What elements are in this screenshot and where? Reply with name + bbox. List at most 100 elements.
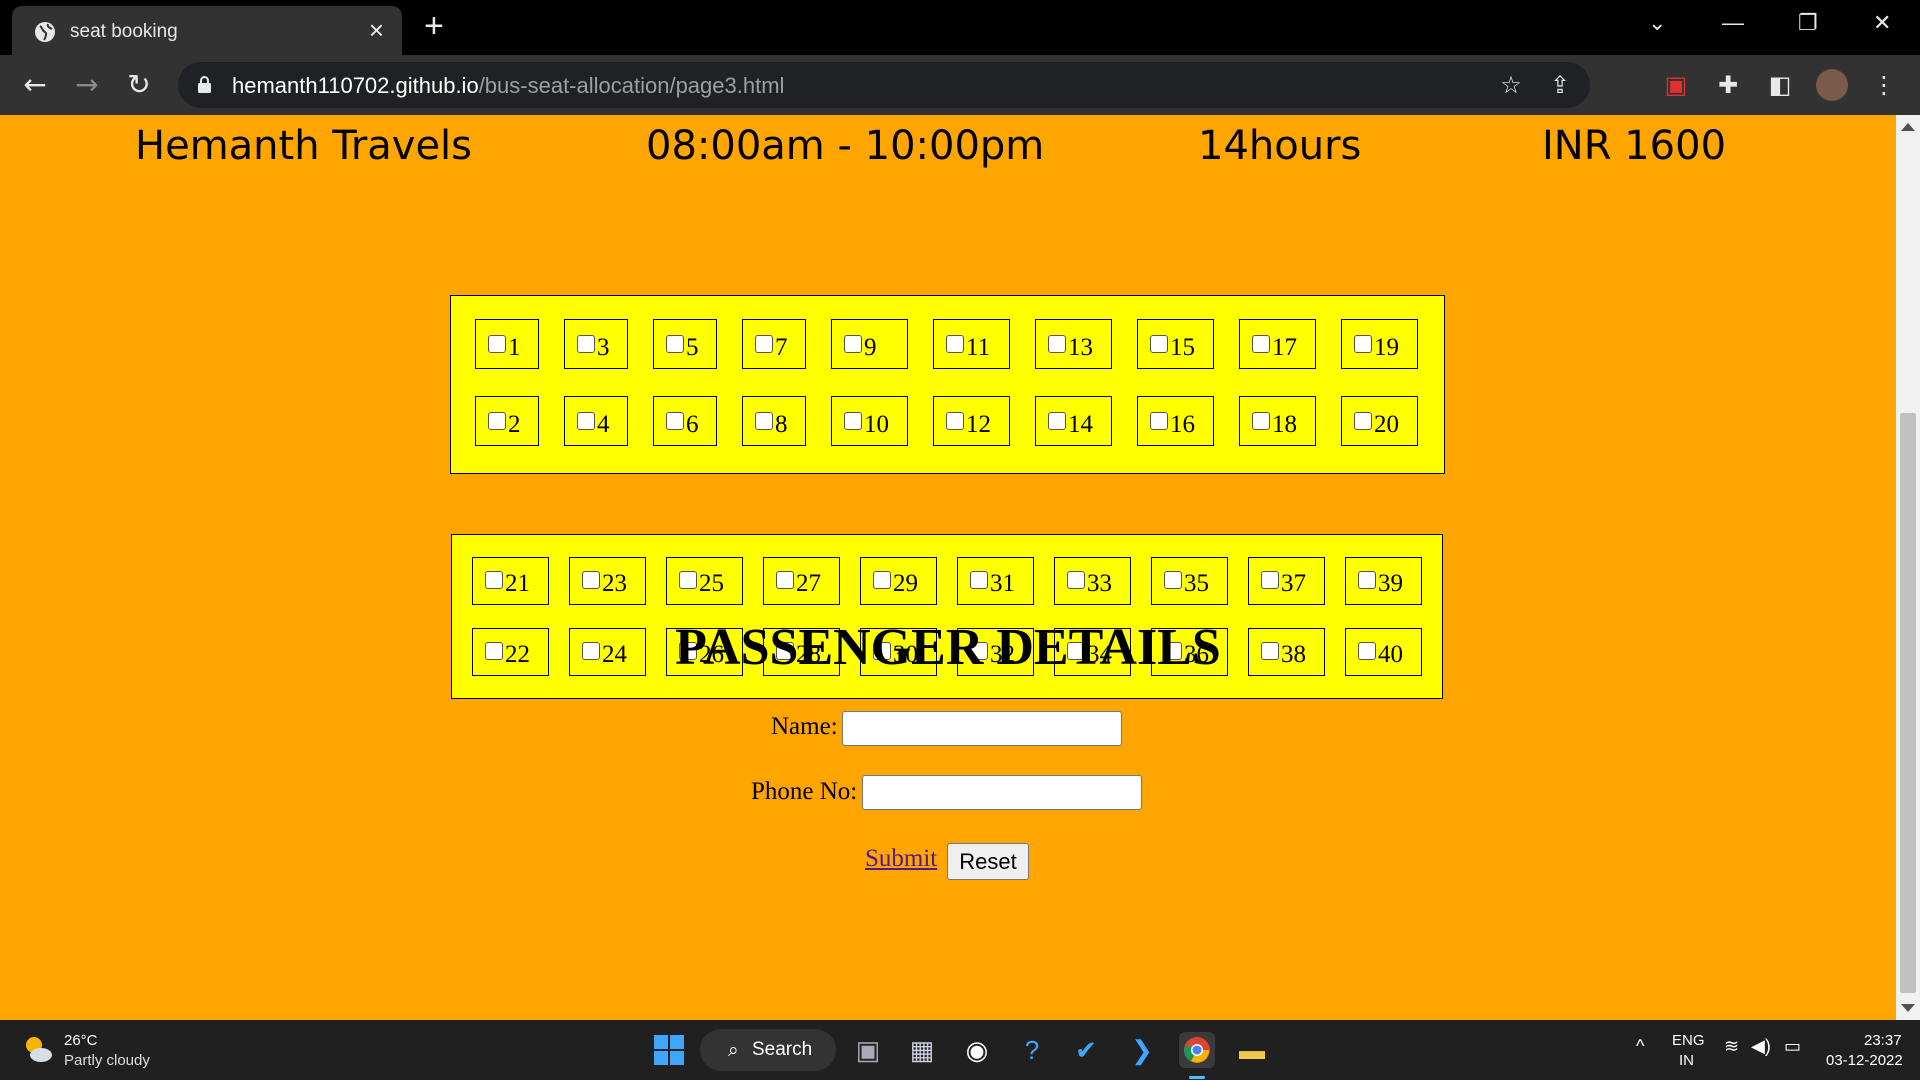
seat-checkbox[interactable] [1358, 571, 1376, 589]
close-tab-icon[interactable]: × [369, 17, 384, 43]
github-icon[interactable]: ◉ [959, 1032, 995, 1068]
name-input[interactable] [842, 711, 1122, 746]
seat-checkbox[interactable] [577, 412, 595, 430]
vertical-scrollbar[interactable] [1896, 115, 1920, 1020]
file-explorer-icon[interactable]: ▬ [1234, 1032, 1270, 1068]
taskbar-search[interactable]: ⌕ Search [700, 1029, 836, 1071]
seat-1[interactable]: 1 [475, 319, 539, 369]
close-window-icon[interactable]: ✕ [1873, 10, 1891, 36]
partly-cloudy-icon[interactable] [22, 1034, 54, 1064]
tab-search-chevron-icon[interactable]: ⌄ [1648, 10, 1666, 36]
seat-8[interactable]: 8 [742, 396, 806, 446]
seat-18[interactable]: 18 [1239, 396, 1316, 446]
seat-17[interactable]: 17 [1239, 319, 1316, 369]
seat-checkbox[interactable] [485, 571, 503, 589]
seat-20[interactable]: 20 [1341, 396, 1418, 446]
seat-25[interactable]: 25 [666, 557, 743, 605]
seat-checkbox[interactable] [776, 571, 794, 589]
browser-tab[interactable]: seat booking × [12, 6, 402, 55]
seat-checkbox[interactable] [873, 571, 891, 589]
side-panel-icon[interactable]: ◧ [1764, 69, 1796, 101]
battery-icon[interactable]: ▭ [1784, 1036, 1801, 1057]
back-arrow-icon[interactable]: ← [17, 67, 53, 103]
seat-checkbox[interactable] [755, 335, 773, 353]
phone-input[interactable] [862, 775, 1142, 810]
seat-checkbox[interactable] [582, 571, 600, 589]
seat-checkbox[interactable] [946, 335, 964, 353]
address-bar[interactable]: hemanth110702.github.io/bus-seat-allocat… [178, 62, 1590, 108]
submit-link[interactable]: Submit [865, 845, 937, 873]
seat-19[interactable]: 19 [1341, 319, 1418, 369]
weather-temperature[interactable]: 26°C [64, 1032, 98, 1049]
seat-23[interactable]: 23 [569, 557, 646, 605]
seat-checkbox[interactable] [488, 335, 506, 353]
reload-icon[interactable]: ↻ [121, 67, 157, 103]
weather-description[interactable]: Partly cloudy [64, 1052, 150, 1069]
restore-icon[interactable]: ❐ [1798, 10, 1818, 36]
seat-checkbox[interactable] [1150, 412, 1168, 430]
task-view-icon[interactable]: ▣ [850, 1032, 886, 1068]
todo-check-icon[interactable]: ✔ [1068, 1032, 1104, 1068]
seat-14[interactable]: 14 [1035, 396, 1112, 446]
seat-checkbox[interactable] [577, 335, 595, 353]
chrome-icon[interactable] [1179, 1032, 1215, 1068]
seat-39[interactable]: 39 [1345, 557, 1422, 605]
new-tab-icon[interactable]: + [424, 9, 444, 43]
forward-arrow-icon[interactable]: → [69, 67, 105, 103]
seat-checkbox[interactable] [666, 412, 684, 430]
seat-4[interactable]: 4 [564, 396, 628, 446]
microsoft-store-icon[interactable]: ▦ [904, 1032, 940, 1068]
seat-checkbox[interactable] [1048, 412, 1066, 430]
seat-checkbox[interactable] [1252, 412, 1270, 430]
clock-time[interactable]: 23:37 [1864, 1032, 1902, 1049]
seat-checkbox[interactable] [946, 412, 964, 430]
scroll-thumb[interactable] [1900, 413, 1916, 993]
seat-checkbox[interactable] [1261, 571, 1279, 589]
seat-33[interactable]: 33 [1054, 557, 1131, 605]
seat-checkbox[interactable] [679, 571, 697, 589]
vscode-icon[interactable]: ❯ [1124, 1032, 1160, 1068]
seat-checkbox[interactable] [666, 335, 684, 353]
windows-start-icon[interactable] [651, 1032, 687, 1068]
wifi-icon[interactable]: ≋ [1724, 1036, 1739, 1057]
reset-button[interactable]: Reset [947, 843, 1029, 880]
seat-2[interactable]: 2 [475, 396, 539, 446]
language-bottom[interactable]: IN [1679, 1052, 1694, 1069]
profile-avatar[interactable] [1816, 69, 1848, 101]
seat-checkbox[interactable] [1252, 335, 1270, 353]
seat-checkbox[interactable] [1354, 412, 1372, 430]
seat-checkbox[interactable] [1048, 335, 1066, 353]
seat-checkbox[interactable] [755, 412, 773, 430]
seat-checkbox[interactable] [844, 412, 862, 430]
clock-date[interactable]: 03-12-2022 [1826, 1052, 1903, 1069]
scroll-up-arrow-icon[interactable] [1901, 123, 1915, 131]
seat-7[interactable]: 7 [742, 319, 806, 369]
minimize-icon[interactable]: — [1722, 10, 1744, 36]
seat-35[interactable]: 35 [1151, 557, 1228, 605]
seat-10[interactable]: 10 [831, 396, 908, 446]
bookmark-star-icon[interactable]: ☆ [1498, 72, 1524, 98]
seat-21[interactable]: 21 [472, 557, 549, 605]
seat-11[interactable]: 11 [933, 319, 1010, 369]
extensions-puzzle-icon[interactable]: ✚ [1712, 69, 1744, 101]
seat-9[interactable]: 9 [831, 319, 908, 369]
seat-27[interactable]: 27 [763, 557, 840, 605]
seat-checkbox[interactable] [1067, 571, 1085, 589]
seat-16[interactable]: 16 [1137, 396, 1214, 446]
seat-15[interactable]: 15 [1137, 319, 1214, 369]
seat-12[interactable]: 12 [933, 396, 1010, 446]
language-top[interactable]: ENG [1672, 1032, 1705, 1049]
seat-6[interactable]: 6 [653, 396, 717, 446]
pocket-extension-icon[interactable]: ▣ [1660, 69, 1692, 101]
seat-checkbox[interactable] [488, 412, 506, 430]
share-icon[interactable]: ⇪ [1547, 72, 1573, 98]
seat-5[interactable]: 5 [653, 319, 717, 369]
seat-3[interactable]: 3 [564, 319, 628, 369]
seat-13[interactable]: 13 [1035, 319, 1112, 369]
help-icon[interactable]: ? [1014, 1032, 1050, 1068]
seat-checkbox[interactable] [1150, 335, 1168, 353]
volume-icon[interactable]: ◀) [1751, 1036, 1771, 1057]
seat-checkbox[interactable] [844, 335, 862, 353]
show-hidden-icons-chevron[interactable]: ^ [1636, 1036, 1644, 1057]
seat-checkbox[interactable] [970, 571, 988, 589]
